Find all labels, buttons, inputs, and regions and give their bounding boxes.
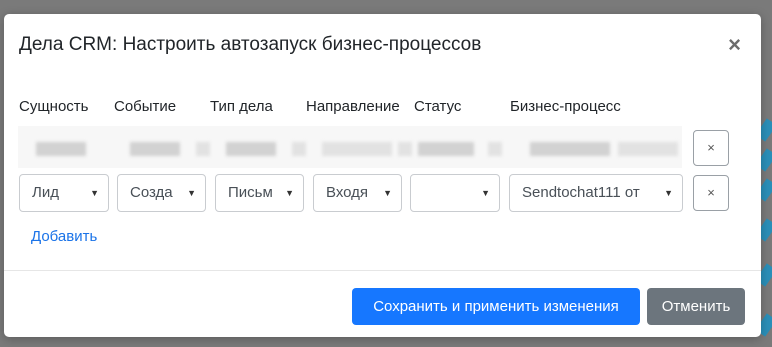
column-header-direction: Направление (306, 98, 400, 115)
activity-type-select[interactable]: Письм ▼ (215, 174, 304, 212)
entity-select[interactable]: Лид ▼ (19, 174, 109, 212)
save-apply-button[interactable]: Сохранить и применить изменения (352, 288, 640, 325)
chevron-down-icon: ▼ (285, 188, 294, 198)
add-rule-link[interactable]: Добавить (31, 228, 97, 245)
redacted-rule-row (18, 126, 682, 168)
chevron-down-icon: ▼ (90, 188, 99, 198)
business-process-select[interactable]: Sendtochat111 от ▼ (509, 174, 683, 212)
column-header-entity: Сущность (19, 98, 89, 115)
chevron-down-icon: ▼ (664, 188, 673, 198)
chevron-down-icon: ▼ (481, 188, 490, 198)
entity-select-value: Лид (32, 184, 59, 201)
close-icon[interactable]: × (728, 34, 741, 56)
column-header-business-process: Бизнес-процесс (510, 98, 621, 115)
modal-title: Дела CRM: Настроить автозапуск бизнес-пр… (19, 34, 482, 55)
direction-select-value: Входя (326, 184, 369, 201)
column-header-status: Статус (414, 98, 462, 115)
cancel-button[interactable]: Отменить (647, 288, 745, 325)
event-select[interactable]: Созда ▼ (117, 174, 206, 212)
chevron-down-icon: ▼ (187, 188, 196, 198)
direction-select[interactable]: Входя ▼ (313, 174, 402, 212)
automation-modal: Дела CRM: Настроить автозапуск бизнес-пр… (4, 14, 761, 337)
status-select[interactable]: ▼ (410, 174, 500, 212)
event-select-value: Созда (130, 184, 173, 201)
activity-type-select-value: Письм (228, 184, 273, 201)
chevron-down-icon: ▼ (383, 188, 392, 198)
footer-divider (4, 270, 761, 271)
modal-header: Дела CRM: Настроить автозапуск бизнес-пр… (4, 14, 761, 78)
remove-rule-button[interactable]: × (693, 175, 729, 211)
business-process-select-value: Sendtochat111 от (522, 184, 640, 201)
remove-rule-button[interactable]: × (693, 130, 729, 166)
column-header-activity-type: Тип дела (210, 98, 273, 115)
column-header-event: Событие (114, 98, 177, 115)
